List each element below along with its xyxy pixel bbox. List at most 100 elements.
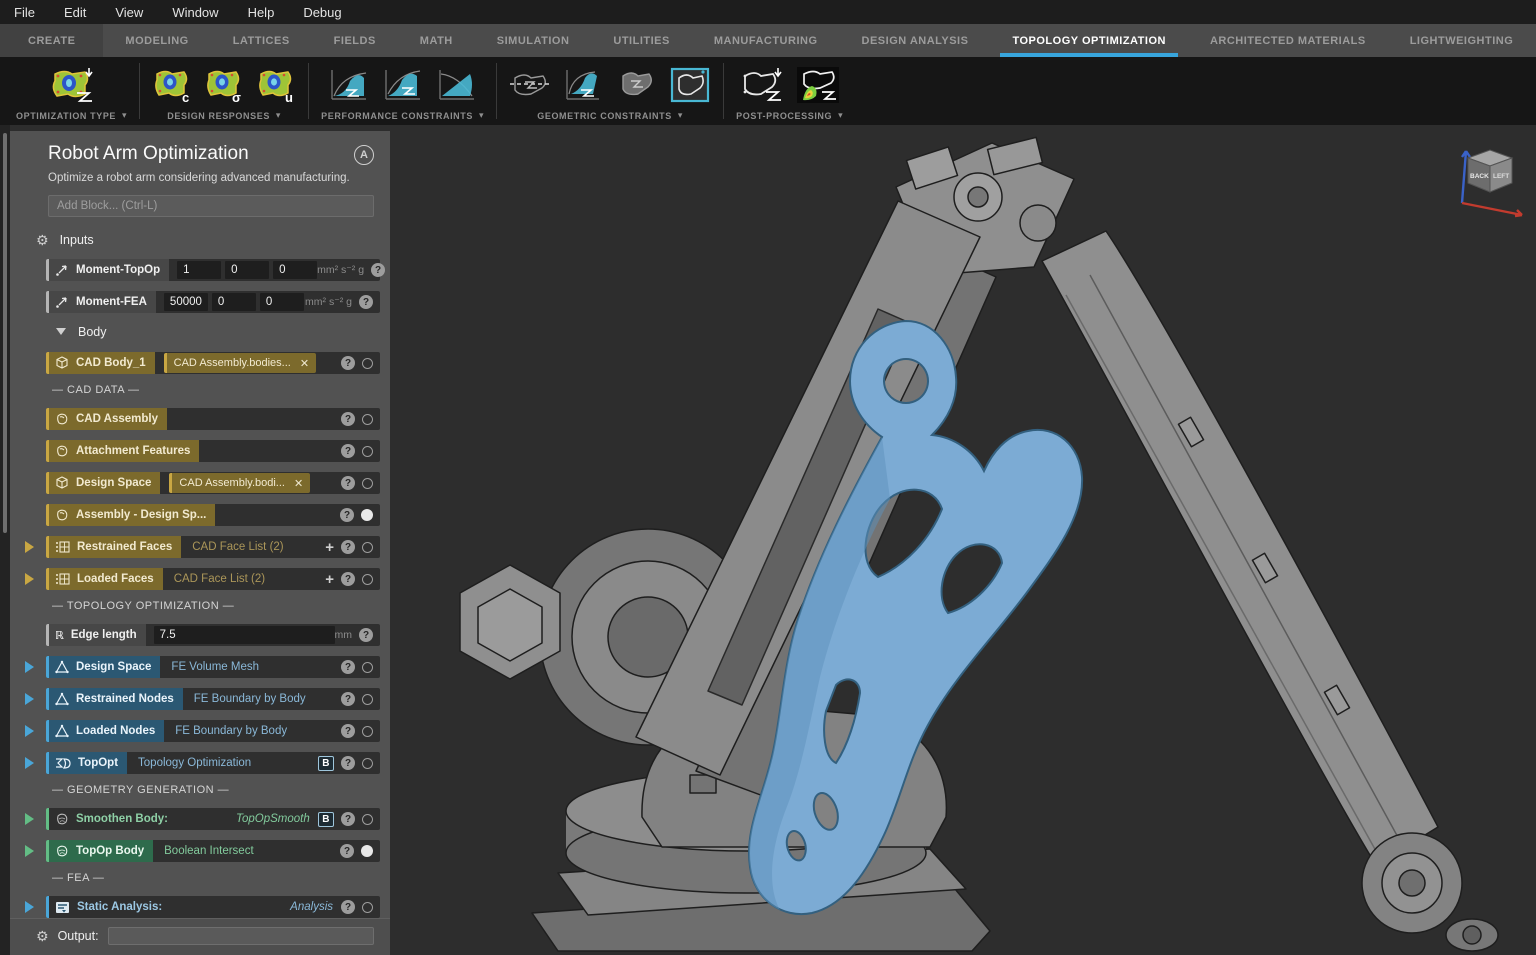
visibility-toggle-on[interactable] [361,509,373,521]
stress-constraint-icon[interactable] [382,66,424,104]
help-icon[interactable]: ? [341,724,355,738]
expand-triangle-icon[interactable] [25,901,34,913]
export-optimized-body-icon[interactable] [740,66,784,104]
frequency-constraint-icon[interactable] [436,66,478,104]
help-icon[interactable]: ? [341,660,355,674]
tab-manufacturing[interactable]: MANUFACTURING [692,24,840,57]
visibility-toggle-on[interactable] [361,845,373,857]
edge-length-label[interactable]: ℝ Edge length [46,624,146,646]
cad-body-reference-chip[interactable]: CAD Assembly.bodies...✕ [164,353,316,373]
tab-modeling[interactable]: MODELING [103,24,210,57]
scrollbar-thumb[interactable] [3,133,7,533]
tab-lattices[interactable]: LATTICES [211,24,312,57]
visibility-toggle[interactable] [362,478,373,489]
visibility-toggle[interactable] [362,694,373,705]
add-block-input[interactable]: Add Block... (Ctrl-L) [48,195,374,217]
loaded-faces-label[interactable]: Loaded Faces [46,568,163,590]
cad-body-label[interactable]: CAD Body_1 [46,352,155,374]
robot-arm-model[interactable]: BACK LEFT [390,125,1536,955]
help-icon[interactable]: ? [340,508,354,522]
moment-fea-z[interactable]: 0 [260,293,304,311]
menu-debug[interactable]: Debug [303,5,358,20]
help-icon[interactable]: ? [341,692,355,706]
help-icon[interactable]: ? [359,295,373,309]
boundary-badge[interactable]: B [318,812,334,827]
visibility-toggle[interactable] [362,542,373,553]
tab-architected-materials[interactable]: ARCHITECTED MATERIALS [1188,24,1388,57]
close-icon[interactable]: ✕ [294,477,303,490]
chevron-down-icon[interactable]: ▾ [838,110,843,121]
panel-scrollbar[interactable] [0,125,10,955]
tab-utilities[interactable]: UTILITIES [591,24,691,57]
design-space-label[interactable]: Design Space [46,472,160,494]
visibility-toggle[interactable] [362,902,373,913]
design-space-fe-label[interactable]: Design Space [46,656,160,678]
smoothen-body-label[interactable]: Smoothen Body: [46,808,177,830]
moment-topop-y[interactable]: 0 [225,261,269,279]
visibility-toggle[interactable] [362,758,373,769]
help-icon[interactable]: ? [341,476,355,490]
expand-triangle-icon[interactable] [25,757,34,769]
compliance-response-icon[interactable]: c [152,66,192,104]
chevron-down-icon[interactable]: ▾ [276,110,281,121]
visibility-toggle[interactable] [362,662,373,673]
overhang-constraint-icon[interactable] [563,66,605,104]
expand-triangle-icon[interactable] [25,813,34,825]
stress-response-icon[interactable]: σ [204,66,244,104]
help-icon[interactable]: ? [341,812,355,826]
restrained-nodes-label[interactable]: Restrained Nodes [46,688,183,710]
menu-help[interactable]: Help [248,5,292,20]
menu-view[interactable]: View [115,5,160,20]
displacement-response-icon[interactable]: u [256,66,296,104]
restrained-faces-label[interactable]: Restrained Faces [46,536,181,558]
topology-optimize-icon[interactable] [49,66,95,104]
moment-topop-z[interactable]: 0 [273,261,317,279]
visibility-toggle[interactable] [362,446,373,457]
help-icon[interactable]: ? [341,356,355,370]
tab-lightweighting[interactable]: LIGHTWEIGHTING [1388,24,1536,57]
topop-body-label[interactable]: TopOp Body [46,840,153,862]
collapse-triangle-icon[interactable] [56,328,66,340]
tab-fields[interactable]: FIELDS [312,24,398,57]
auto-update-icon[interactable]: A [354,145,374,165]
visibility-toggle[interactable] [362,814,373,825]
help-icon[interactable]: ? [341,756,355,770]
output-field[interactable] [108,927,374,945]
stiffness-constraint-icon[interactable] [328,66,370,104]
chevron-down-icon[interactable]: ▾ [479,110,484,121]
menu-window[interactable]: Window [172,5,235,20]
help-icon[interactable]: ? [371,263,385,277]
view-cube-back-face[interactable]: BACK [1470,173,1489,180]
add-icon[interactable]: + [325,572,334,587]
tab-topology-optimization[interactable]: TOPOLOGY OPTIMIZATION [990,24,1188,57]
help-icon[interactable]: ? [341,900,355,914]
expand-triangle-icon[interactable] [25,661,34,673]
tab-math[interactable]: MATH [398,24,475,57]
menu-edit[interactable]: Edit [64,5,103,20]
view-cube[interactable]: BACK LEFT [1462,150,1522,216]
help-icon[interactable]: ? [340,844,354,858]
help-icon[interactable]: ? [341,444,355,458]
static-analysis-label[interactable]: Static Analysis: [46,896,171,918]
tab-create[interactable]: CREATE [0,24,103,57]
boundary-badge[interactable]: B [318,756,334,771]
topopt-label[interactable]: TopOpt [46,752,127,774]
result-field-view-icon[interactable] [796,66,840,104]
design-space-reference-chip[interactable]: CAD Assembly.bodi...✕ [169,473,310,493]
visibility-toggle[interactable] [362,726,373,737]
visibility-toggle[interactable] [362,574,373,585]
cad-assembly-label[interactable]: CAD Assembly [46,408,167,430]
moment-fea-label[interactable]: Moment-FEA [46,291,156,313]
assembly-design-space-label[interactable]: Assembly - Design Sp... [46,504,215,526]
expand-triangle-icon[interactable] [25,725,34,737]
help-icon[interactable]: ? [341,572,355,586]
close-icon[interactable]: ✕ [300,357,309,370]
moment-topop-x[interactable]: 1 [177,261,221,279]
moment-fea-x[interactable]: 50000 [164,293,208,311]
attachment-features-label[interactable]: Attachment Features [46,440,199,462]
moment-fea-y[interactable]: 0 [212,293,256,311]
visibility-toggle[interactable] [362,414,373,425]
add-icon[interactable]: + [325,540,334,555]
member-size-constraint-icon[interactable] [617,66,657,104]
moment-topop-label[interactable]: Moment-TopOp [46,259,169,281]
